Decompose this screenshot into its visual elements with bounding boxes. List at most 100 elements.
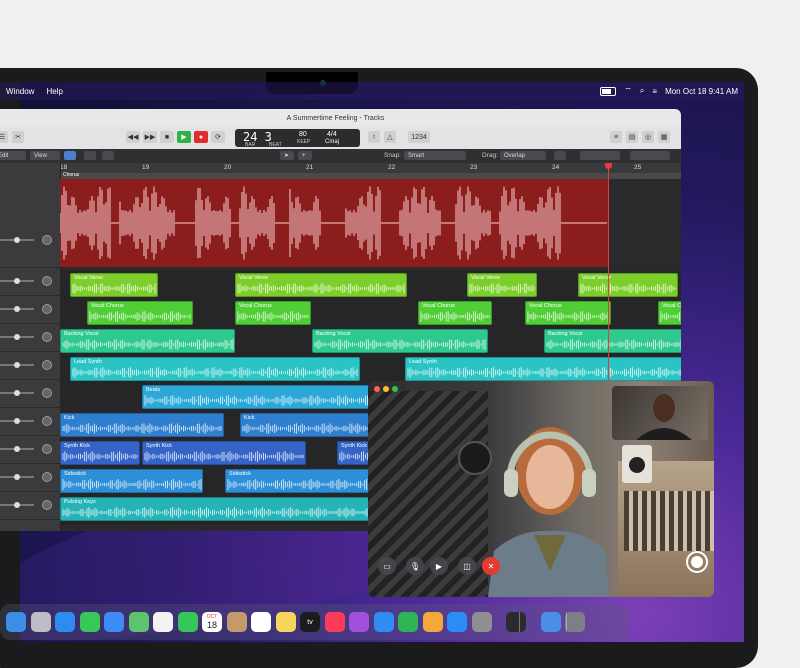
contacts-icon[interactable] bbox=[226, 612, 247, 632]
track-region[interactable]: Vocal Chorus bbox=[418, 301, 492, 325]
shareplay-icon[interactable]: ◫ bbox=[458, 557, 476, 575]
vertical-zoom-slider[interactable] bbox=[580, 151, 620, 160]
reminders-icon[interactable] bbox=[251, 612, 271, 632]
logicpro-icon[interactable] bbox=[506, 612, 526, 632]
photos-icon[interactable] bbox=[153, 612, 173, 632]
track-region[interactable]: Backing Vocal bbox=[60, 329, 235, 353]
rewind-button[interactable]: ◀◀ bbox=[126, 131, 140, 143]
track-header-2[interactable] bbox=[0, 295, 60, 324]
notes-icon[interactable] bbox=[275, 612, 296, 632]
region-name: Lead Synth bbox=[409, 359, 437, 365]
wifi-icon[interactable]: ⌔ bbox=[624, 86, 632, 96]
track-header-5[interactable] bbox=[0, 379, 60, 408]
control-center-icon[interactable]: ≡ bbox=[652, 87, 657, 96]
keynote-icon[interactable] bbox=[373, 612, 394, 632]
track-header-audio[interactable] bbox=[0, 179, 60, 268]
track-header-8[interactable] bbox=[0, 463, 60, 492]
track-header-7[interactable] bbox=[0, 435, 60, 464]
pointer-tool[interactable]: ➤ bbox=[280, 151, 294, 160]
track-region[interactable]: Vocal Chorus bbox=[658, 301, 681, 325]
grid-view-icon[interactable] bbox=[64, 151, 76, 160]
play-button[interactable]: ▶ bbox=[177, 131, 191, 143]
timeline-ruler[interactable]: 18 19 20 21 22 23 24 25 bbox=[60, 163, 681, 173]
track-region[interactable]: Kick bbox=[60, 413, 224, 437]
track-header-4[interactable] bbox=[0, 351, 60, 380]
pencil-tool[interactable]: + bbox=[298, 151, 312, 160]
close-window-icon[interactable] bbox=[374, 386, 380, 392]
drag-select[interactable]: Overlap bbox=[500, 151, 546, 160]
flex-icon[interactable] bbox=[102, 151, 114, 160]
microphone-icon[interactable]: 🎙 bbox=[406, 557, 424, 575]
track-region[interactable]: Lead Synth bbox=[70, 357, 360, 381]
battery-icon[interactable] bbox=[600, 86, 617, 96]
track-region[interactable]: Synth Kick bbox=[142, 441, 306, 465]
notepad-icon[interactable]: ▤ bbox=[626, 131, 638, 143]
track-header-9[interactable] bbox=[0, 491, 60, 520]
live-photo-button[interactable] bbox=[686, 551, 708, 573]
track-region[interactable]: Vocal Chorus bbox=[235, 301, 311, 325]
pages-icon[interactable] bbox=[422, 612, 443, 632]
music-icon[interactable] bbox=[324, 612, 345, 632]
snap-select[interactable]: Smart bbox=[404, 151, 466, 160]
track-region[interactable]: Synth Kick bbox=[60, 441, 140, 465]
waveform-zoom-icon[interactable] bbox=[554, 151, 566, 160]
messages-icon[interactable] bbox=[79, 612, 100, 632]
tuner-icon[interactable]: ♮ bbox=[368, 131, 380, 143]
browser-icon[interactable]: ▦ bbox=[658, 131, 670, 143]
forward-button[interactable]: ▶▶ bbox=[143, 131, 157, 143]
track-header-3[interactable] bbox=[0, 323, 60, 352]
minimize-window-icon[interactable] bbox=[383, 386, 389, 392]
view-menu[interactable]: View bbox=[30, 151, 60, 160]
end-call-icon[interactable]: ✕ bbox=[482, 557, 500, 575]
track-region[interactable]: Vocal Verse bbox=[467, 273, 537, 297]
appletv-icon[interactable]: tv bbox=[300, 612, 320, 632]
search-icon[interactable]: ⌕ bbox=[640, 86, 644, 96]
track-region[interactable]: Backing Vocal bbox=[544, 329, 681, 353]
sidebar-icon[interactable]: ▭ bbox=[378, 557, 396, 575]
zoom-window-icon[interactable] bbox=[392, 386, 398, 392]
loop-browser-icon[interactable]: ◎ bbox=[642, 131, 654, 143]
track-header-6[interactable] bbox=[0, 407, 60, 436]
track-header-1[interactable] bbox=[0, 267, 60, 296]
camera-icon[interactable]: ▶ bbox=[430, 557, 448, 575]
safari-icon[interactable] bbox=[55, 612, 75, 632]
track-region[interactable]: Vocal Chorus bbox=[525, 301, 611, 325]
podcasts-icon[interactable] bbox=[349, 612, 369, 632]
finder-icon[interactable] bbox=[6, 612, 26, 632]
track-region[interactable]: Sidestick bbox=[60, 469, 203, 493]
audio-region-selected[interactable] bbox=[60, 179, 608, 267]
facetime-icon[interactable] bbox=[177, 612, 198, 632]
edit-menu[interactable]: Edit bbox=[0, 151, 26, 160]
cycle-button[interactable]: ⟳ bbox=[211, 131, 225, 143]
downloads-icon[interactable] bbox=[540, 612, 561, 632]
self-view-pip[interactable] bbox=[612, 386, 708, 440]
menubar-clock[interactable]: Mon Oct 18 9:41 AM bbox=[665, 87, 738, 96]
automation-icon[interactable] bbox=[84, 151, 96, 160]
maps-icon[interactable] bbox=[128, 612, 149, 632]
track-region[interactable]: Vocal Verse bbox=[70, 273, 158, 297]
horizontal-zoom-slider[interactable] bbox=[630, 151, 670, 160]
scissors-icon[interactable]: ✂ bbox=[12, 131, 24, 143]
settings-icon[interactable] bbox=[471, 612, 492, 632]
track-region[interactable]: Backing Vocal bbox=[312, 329, 488, 353]
stop-button[interactable]: ■ bbox=[160, 131, 174, 143]
library-icon[interactable]: ☰ bbox=[0, 131, 8, 143]
record-button[interactable]: ● bbox=[194, 131, 208, 143]
menu-window[interactable]: Window bbox=[0, 87, 40, 96]
track-region[interactable]: Vocal Verse bbox=[578, 273, 678, 297]
launchpad-icon[interactable] bbox=[30, 612, 51, 632]
lcd-display[interactable]: 24 3 BAR BEAT 80 KEEP 4/4 Cmaj bbox=[235, 129, 360, 148]
mail-icon[interactable] bbox=[104, 612, 124, 632]
marker-chorus[interactable]: Chorus bbox=[63, 172, 79, 178]
appstore-icon[interactable] bbox=[447, 612, 467, 632]
trash-icon[interactable] bbox=[565, 612, 585, 632]
track-region[interactable]: Vocal Chorus bbox=[87, 301, 193, 325]
calendar-icon[interactable]: OCT 18 bbox=[202, 612, 222, 632]
track-region[interactable]: Vocal Verse bbox=[235, 273, 407, 297]
menu-help[interactable]: Help bbox=[40, 87, 68, 96]
list-icon[interactable]: ≡ bbox=[610, 131, 622, 143]
count-in-button[interactable]: 1234 bbox=[408, 131, 430, 143]
metronome-icon[interactable]: △ bbox=[384, 131, 396, 143]
track-region[interactable]: Lead Synth bbox=[405, 357, 681, 381]
numbers-icon[interactable] bbox=[398, 612, 418, 632]
